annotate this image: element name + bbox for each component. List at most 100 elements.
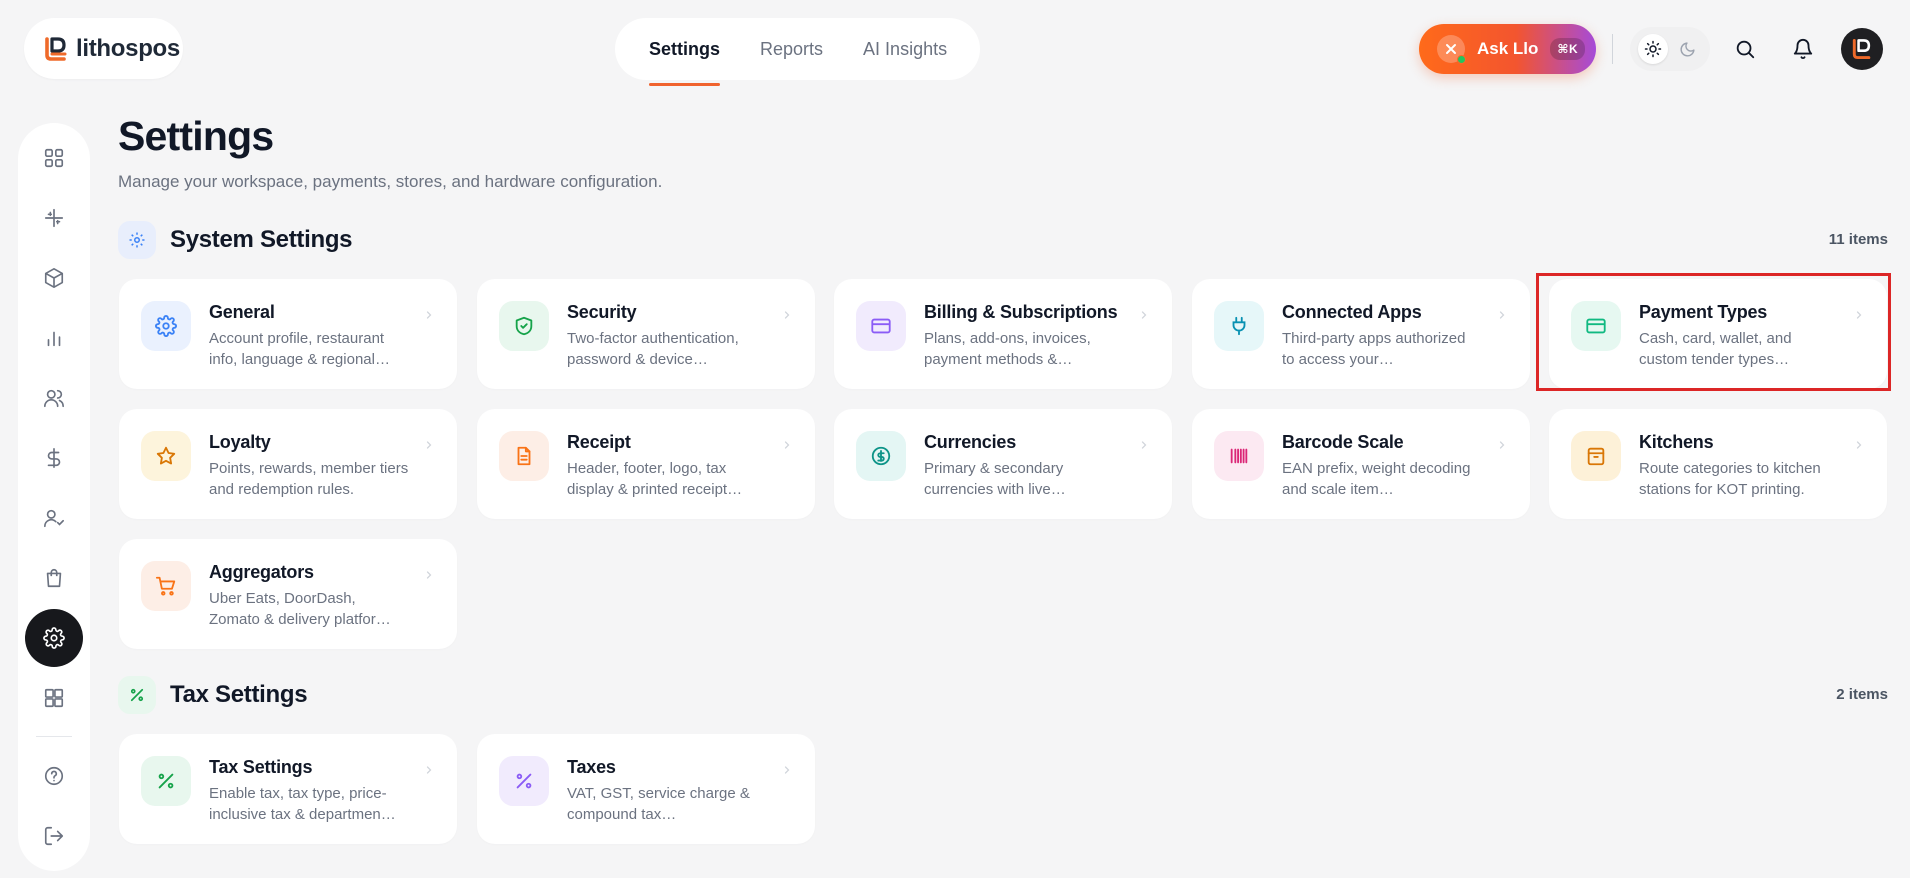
- sidebar: [18, 123, 90, 871]
- tab-settings[interactable]: Settings: [649, 39, 721, 86]
- system-settings-header: System Settings: [118, 221, 353, 259]
- sidebar-item-dashboard[interactable]: [24, 131, 84, 185]
- search-button[interactable]: [1726, 30, 1764, 68]
- chevron-right-icon: [784, 311, 790, 319]
- currency-icon: [871, 446, 891, 466]
- card-icon-badge: [141, 756, 191, 806]
- settings-card-billing[interactable]: Billing & Subscriptions Plans, add-ons, …: [834, 279, 1172, 389]
- shield-icon: [515, 316, 533, 336]
- sidebar-item-finance[interactable]: [24, 431, 84, 485]
- sidebar-item-products[interactable]: [24, 251, 84, 305]
- card-icon-badge: [856, 431, 906, 481]
- tab-reports[interactable]: Reports: [760, 39, 823, 60]
- chevron-right-icon: [1499, 311, 1505, 319]
- card-title: Connected Apps: [1282, 302, 1422, 322]
- settings-card-barcode-scale[interactable]: Barcode Scale EAN prefix, weight decodin…: [1192, 409, 1530, 519]
- brand-logo[interactable]: lithospos: [24, 18, 183, 79]
- chevron-right-icon: [1856, 441, 1862, 449]
- page-subtitle: Manage your workspace, payments, stores,…: [118, 172, 663, 191]
- sidebar-item-help[interactable]: [24, 749, 84, 803]
- card-title: Billing & Subscriptions: [924, 302, 1118, 322]
- card-title: General: [209, 302, 275, 322]
- settings-card-connected-apps[interactable]: Connected Apps Third-party apps authoriz…: [1192, 279, 1530, 389]
- sidebar-item-staff[interactable]: [24, 491, 84, 545]
- credit-card-icon: [871, 318, 891, 334]
- card-description: VAT, GST, service charge & compound tax…: [567, 785, 750, 823]
- chevron-right-icon: [426, 311, 432, 319]
- card-description: Route categories to kitchen stations for…: [1639, 460, 1821, 498]
- card-title: Receipt: [567, 432, 631, 452]
- avatar-logo-icon: [1852, 38, 1871, 60]
- user-check-icon: [44, 509, 64, 528]
- sidebar-item-settings[interactable]: [24, 609, 84, 667]
- card-icon-badge: [141, 431, 191, 481]
- dollar-icon: [47, 448, 61, 468]
- card-icon-badge: [1571, 301, 1621, 351]
- user-avatar[interactable]: [1841, 28, 1883, 70]
- card-title: Kitchens: [1639, 432, 1714, 452]
- settings-card-loyalty[interactable]: Loyalty Points, rewards, member tiers an…: [119, 409, 457, 519]
- section-item-count: 2 items: [1836, 686, 1888, 703]
- sidebar-item-reports[interactable]: [24, 311, 84, 365]
- sparkle-icon: [44, 208, 64, 228]
- card-icon-badge: [1214, 301, 1264, 351]
- card-icon-badge: [499, 431, 549, 481]
- card-title: Payment Types: [1639, 302, 1768, 322]
- barcode-icon: [1230, 448, 1248, 464]
- tab-ai-insights[interactable]: AI Insights: [863, 39, 947, 60]
- keyboard-shortcut-badge: ⌘K: [1550, 38, 1586, 60]
- settings-card-aggregators[interactable]: Aggregators Uber Eats, DoorDash, Zomato …: [119, 539, 457, 649]
- light-mode-option[interactable]: [1638, 34, 1668, 64]
- settings-card-kitchens[interactable]: Kitchens Route categories to kitchen sta…: [1549, 409, 1887, 519]
- gear-icon: [129, 232, 145, 248]
- apps-icon: [44, 688, 64, 708]
- top-nav: Settings Reports AI Insights: [615, 18, 980, 86]
- dark-mode-option[interactable]: [1672, 34, 1702, 64]
- card-description: Uber Eats, DoorDash, Zomato & delivery p…: [209, 590, 391, 628]
- card-icon-badge: [499, 756, 549, 806]
- sidebar-item-apps[interactable]: [24, 671, 84, 725]
- cart-icon: [155, 576, 176, 596]
- chevron-right-icon: [426, 766, 432, 774]
- card-icon: [1586, 318, 1606, 334]
- gear-icon: [43, 627, 65, 649]
- card-icon-badge: [499, 301, 549, 351]
- sidebar-item-ai[interactable]: [24, 191, 84, 245]
- card-description: Plans, add-ons, invoices, payment method…: [924, 330, 1091, 368]
- chevron-right-icon: [1499, 441, 1505, 449]
- settings-card-tax-settings[interactable]: Tax Settings Enable tax, tax type, price…: [119, 734, 457, 844]
- chevron-right-icon: [784, 766, 790, 774]
- card-icon-badge: [856, 301, 906, 351]
- assistant-avatar-icon: [1437, 35, 1466, 64]
- section-percent-badge: [118, 676, 156, 714]
- sidebar-item-customers[interactable]: [24, 371, 84, 425]
- settings-card-payment-types[interactable]: Payment Types Cash, card, wallet, and cu…: [1549, 279, 1887, 389]
- settings-card-receipt[interactable]: Receipt Header, footer, logo, tax displa…: [477, 409, 815, 519]
- sun-icon: [1644, 40, 1662, 58]
- ask-assistant-button[interactable]: Ask Llo ⌘K: [1419, 24, 1596, 74]
- card-title: Loyalty: [209, 432, 271, 452]
- card-title: Security: [567, 302, 637, 322]
- percent-icon: [516, 773, 532, 789]
- lithospos-logo-icon: [45, 36, 67, 61]
- sidebar-item-logout[interactable]: [24, 809, 84, 863]
- percent-icon: [130, 688, 144, 702]
- settings-card-taxes[interactable]: Taxes VAT, GST, service charge & compoun…: [477, 734, 815, 844]
- card-icon-badge: [1214, 431, 1264, 481]
- sidebar-item-orders[interactable]: [24, 551, 84, 605]
- receipt-icon: [517, 446, 531, 466]
- card-title: Currencies: [924, 432, 1017, 452]
- chevron-right-icon: [784, 441, 790, 449]
- notifications-button[interactable]: [1784, 30, 1822, 68]
- settings-card-currencies[interactable]: Currencies Primary & secondary currencie…: [834, 409, 1172, 519]
- sidebar-divider: [36, 736, 72, 737]
- active-indicator: [25, 609, 83, 667]
- theme-toggle[interactable]: [1630, 27, 1710, 71]
- settings-card-general[interactable]: General Account profile, restaurant info…: [119, 279, 457, 389]
- card-description: Primary & secondary currencies with live…: [924, 460, 1066, 498]
- card-description: Two-factor authentication, password & de…: [567, 330, 739, 368]
- card-description: Enable tax, tax type, price-inclusive ta…: [209, 785, 396, 823]
- card-description: Third-party apps authorized to access yo…: [1282, 330, 1466, 368]
- header-divider: [1612, 34, 1613, 64]
- settings-card-security[interactable]: Security Two-factor authentication, pass…: [477, 279, 815, 389]
